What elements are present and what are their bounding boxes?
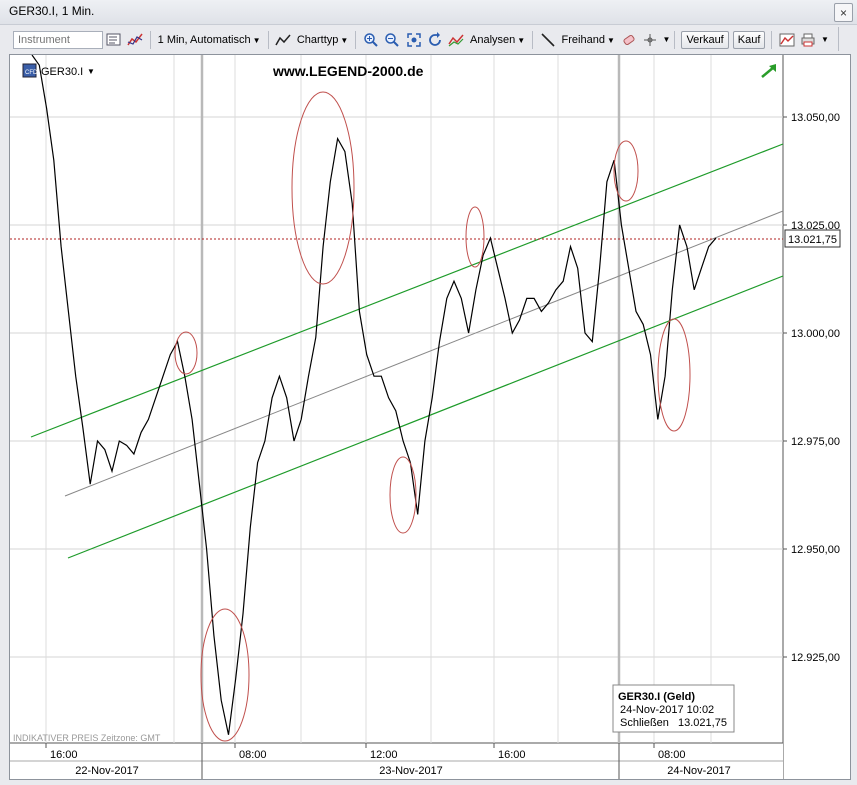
close-icon: × <box>839 5 847 20</box>
print-icon[interactable] <box>800 31 817 49</box>
interval-label: 1 Min, Automatisch <box>157 33 251 46</box>
plot-area <box>10 55 783 743</box>
analysis-icon <box>448 31 465 49</box>
footer-note: INDIKATIVER PREIS Zeitzone: GMT <box>13 733 161 743</box>
instrument-input[interactable] <box>13 30 103 49</box>
chevron-down-icon: ▼ <box>340 35 349 45</box>
dropdown-arrow-icon: ▼ <box>87 67 95 76</box>
day-label: 22-Nov-2017 <box>75 765 139 777</box>
refresh-icon[interactable] <box>426 31 443 49</box>
price-tick-label: 13.050,00 <box>791 112 840 124</box>
price-chart[interactable]: CFD GER30.I ▼ www.LEGEND-2000.de INDIKAT… <box>10 54 850 779</box>
price-axis <box>783 55 850 779</box>
toolbar-separator <box>149 30 151 49</box>
chevron-down-icon: ▼ <box>252 35 261 45</box>
time-tick-label: 08:00 <box>239 749 267 761</box>
time-tick-label: 12:00 <box>370 749 398 761</box>
interval-dropdown[interactable]: 1 Min, Automatisch ▼ <box>158 34 261 46</box>
toolbar-separator <box>267 30 269 49</box>
trendline-icon <box>539 31 556 49</box>
watermark-text: www.LEGEND-2000.de <box>272 63 424 79</box>
analysis-label: Analysen <box>470 33 516 46</box>
freehand-label: Freihand <box>561 33 605 46</box>
price-tick-label: 12.975,00 <box>791 436 840 448</box>
chevron-down-icon: ▼ <box>517 35 526 45</box>
info-box-close-value: 13.021,75 <box>678 717 727 729</box>
time-tick-label: 16:00 <box>50 749 78 761</box>
toolbar: 1 Min, Automatisch▼ Charttyp▼ Analysen▼ … <box>9 27 829 52</box>
charttype-label: Charttyp <box>296 33 339 46</box>
price-tag-text: 13.021,75 <box>788 234 837 246</box>
charttype-dropdown[interactable]: Charttyp ▼ <box>297 34 349 46</box>
info-box-close-label: Schließen <box>620 717 669 729</box>
instrument-label: GER30.I <box>41 66 83 78</box>
close-button[interactable]: × <box>834 3 853 22</box>
toolbar-separator <box>771 30 773 49</box>
day-label: 23-Nov-2017 <box>379 765 443 777</box>
analysis-dropdown[interactable]: Analysen ▼ <box>470 34 525 46</box>
toolbar-separator <box>532 30 534 49</box>
toolbar-edge <box>838 27 839 51</box>
toolbar-separator <box>355 30 357 49</box>
cfd-badge-glyph: CFD <box>25 70 38 76</box>
chart-panel[interactable]: CFD GER30.I ▼ www.LEGEND-2000.de INDIKAT… <box>9 54 851 780</box>
current-price-tag: 13.021,75 <box>784 229 841 248</box>
price-tick-label: 13.000,00 <box>791 328 840 340</box>
fit-chart-icon[interactable] <box>405 31 422 49</box>
chevron-down-icon[interactable]: ▼ <box>821 35 829 44</box>
buy-button[interactable]: Kauf <box>732 30 766 49</box>
toolbar-separator <box>674 30 676 49</box>
info-box-date: 24-Nov-2017 10:02 <box>620 704 714 716</box>
info-box: GER30.I (Geld) 24-Nov-2017 10:02 Schließ… <box>612 684 735 733</box>
freehand-dropdown[interactable]: Freihand ▼ <box>562 34 615 46</box>
instrument-list-icon[interactable] <box>105 31 122 49</box>
compare-chart-icon[interactable] <box>126 31 143 49</box>
zoom-out-icon[interactable] <box>384 31 401 49</box>
chevron-down-icon[interactable]: ▼ <box>663 35 671 44</box>
window-title: GER30.I, 1 Min. <box>9 4 95 18</box>
chart-settings-icon[interactable] <box>778 31 795 49</box>
window-titlebar: GER30.I, 1 Min. × <box>0 0 857 25</box>
line-chart-icon <box>274 31 291 49</box>
day-label: 24-Nov-2017 <box>667 765 731 777</box>
crosshair-icon[interactable] <box>641 31 658 49</box>
price-tick-label: 12.950,00 <box>791 544 840 556</box>
time-tick-label: 16:00 <box>498 749 526 761</box>
eraser-icon[interactable] <box>620 31 637 49</box>
info-box-title: GER30.I (Geld) <box>618 691 695 703</box>
price-tick-label: 12.925,00 <box>791 652 840 664</box>
zoom-in-icon[interactable] <box>362 31 379 49</box>
time-tick-label: 08:00 <box>658 749 686 761</box>
chevron-down-icon: ▼ <box>606 35 615 45</box>
sell-button[interactable]: Verkauf <box>681 30 729 49</box>
